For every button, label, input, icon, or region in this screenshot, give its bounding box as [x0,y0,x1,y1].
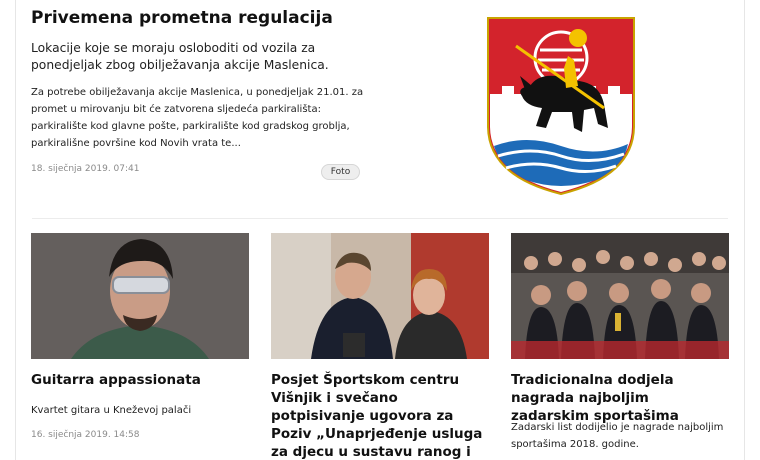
card-title-visnjik[interactable]: Posjet Športskom centru Višnjik i svečan… [271,371,491,460]
card-title-guitarra[interactable]: Guitarra appassionata [31,371,251,389]
coat-of-arms-image[interactable] [486,16,636,196]
card-subtitle-guitarra: Kvartet gitara u Kneževoj palači [31,405,192,416]
card-image-sportasi[interactable] [511,233,729,359]
section-divider [32,218,728,219]
featured-date: 18. siječnja 2019. 07:41 [31,164,140,174]
card-image-guitarra[interactable] [31,233,249,359]
foto-button[interactable]: Foto [321,164,360,180]
featured-lead: Lokacije koje se moraju osloboditi od vo… [31,41,329,72]
card-title-sportasi[interactable]: Tradicionalna dodjela nagrada najboljim … [511,371,731,425]
card-subtitle-sportasi: Zadarski list dodijelio je nagrade najbo… [511,422,724,450]
card-date-guitarra: 16. siječnja 2019. 14:58 [31,430,140,440]
featured-title[interactable]: Privemena prometna regulacija [31,8,333,28]
featured-body: Za potrebe obilježavanja akcije Maslenic… [31,87,364,149]
card-image-visnjik[interactable] [271,233,489,359]
